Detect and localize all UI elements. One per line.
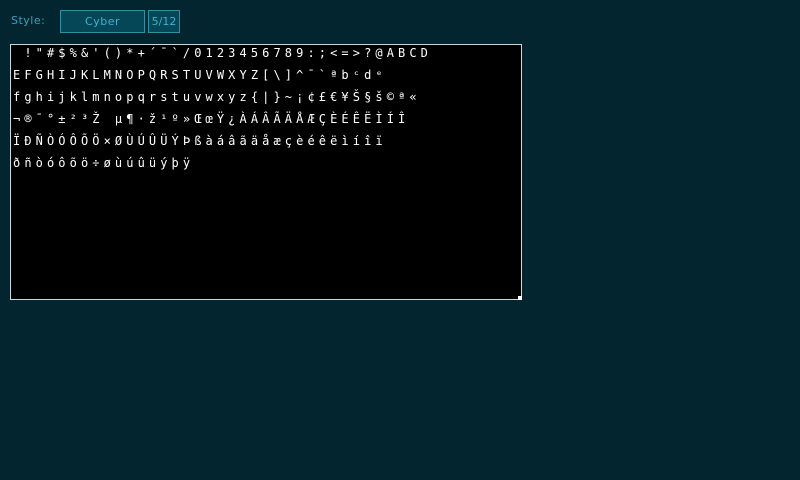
glyph-preview-panel: !"#$%&'()*+´¯`/0123456789:;<=>?@ABCD EFG… xyxy=(10,44,522,300)
glyph-row: EFGHIJKLMNOPQRSTUVWXYZ[\]^¯`ªbᶜdᵉ xyxy=(13,68,387,82)
style-select[interactable]: Cyber xyxy=(60,10,145,33)
resize-grip[interactable] xyxy=(518,296,522,300)
style-label: Style: xyxy=(11,14,46,27)
page-counter[interactable]: 5/12 xyxy=(148,10,180,33)
glyph-row: ðñòóôõö÷øùúûüýþÿ xyxy=(13,156,195,170)
glyph-row: ¬®¯°±²³Ž µ¶·ž¹º»ŒœŸ¿ÀÁÂÃÄÅÆÇÈÉÊËÌÍÎ xyxy=(13,112,410,126)
glyph-row: fghijklmnopqrstuvwxyz{|}~¡¢£€¥Š§š©ª« xyxy=(13,90,421,104)
glyph-row: !"#$%&'()*+´¯`/0123456789:;<=>?@ABCD xyxy=(13,46,433,60)
glyph-row: ÏÐÑÒÓÔÕÖ×ØÙÚÛÜÝÞßàáâãäåæçèéêëìíîï xyxy=(13,134,387,148)
toolbar: Style: Cyber 5/12 xyxy=(0,0,800,44)
